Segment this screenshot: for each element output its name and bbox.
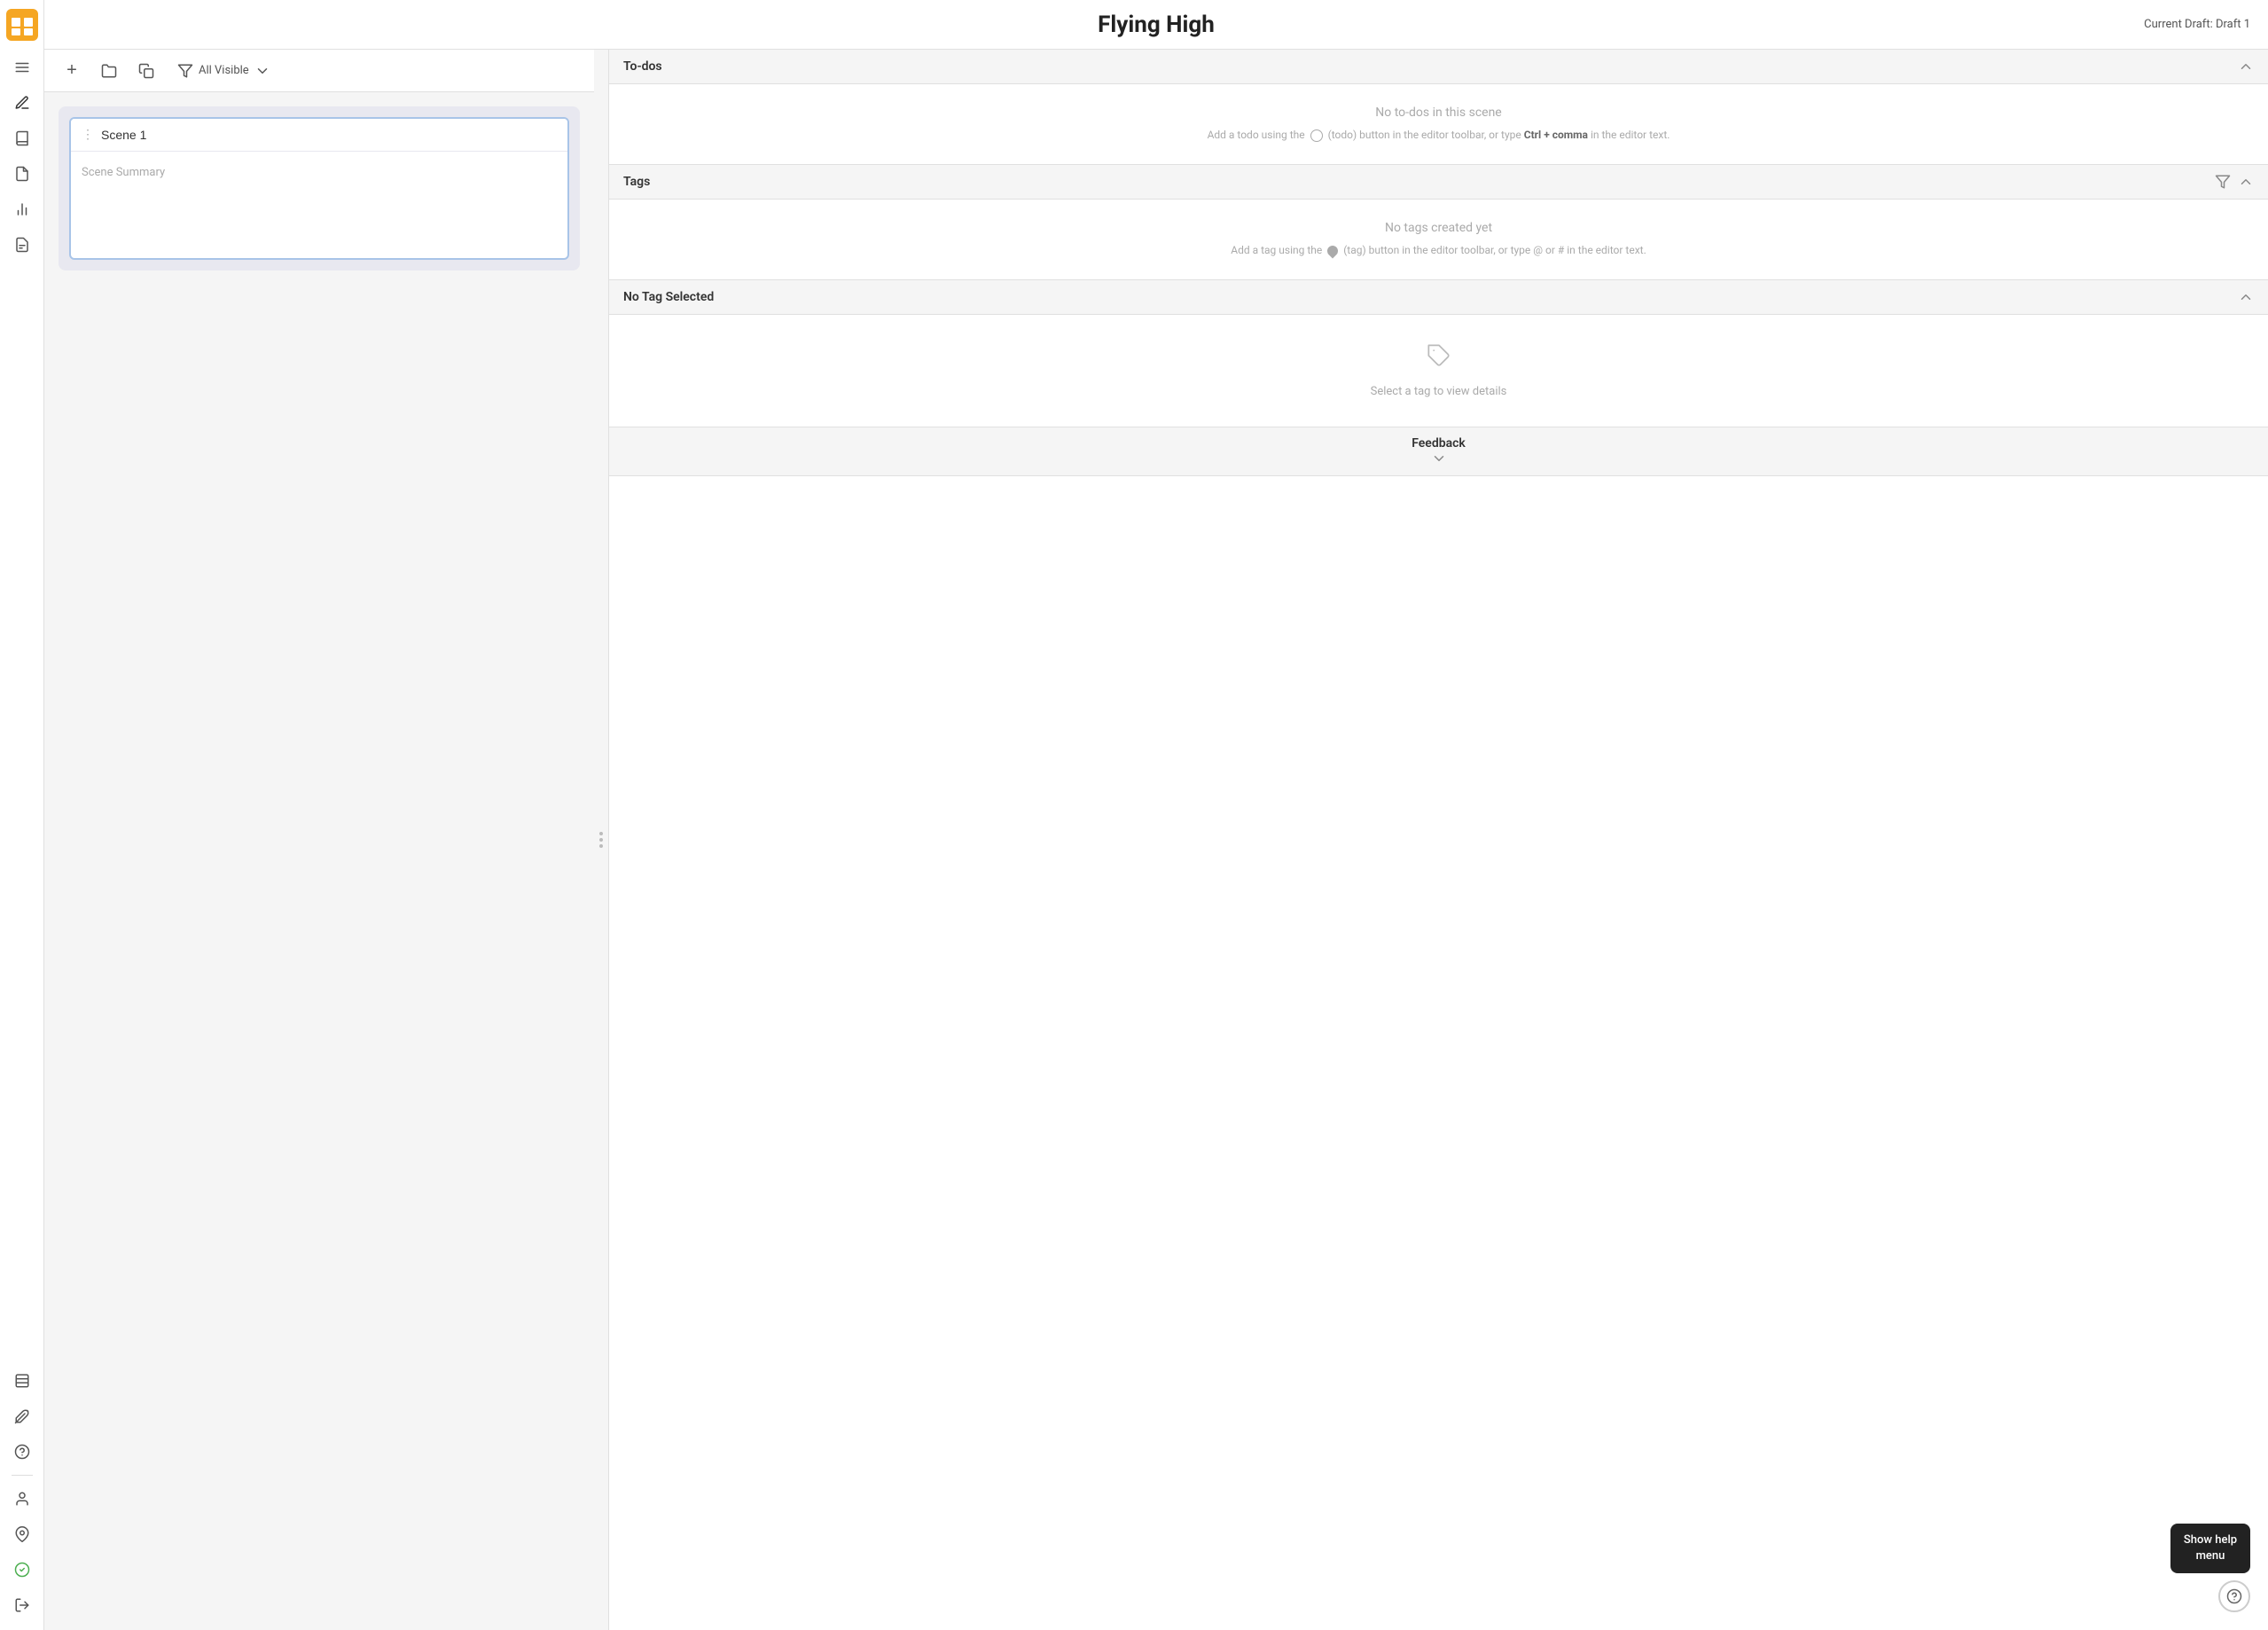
menu-icon[interactable] — [6, 51, 38, 83]
no-tag-collapse-icon[interactable] — [2238, 289, 2254, 305]
page-title: Flying High — [1098, 12, 1215, 38]
document-icon[interactable] — [6, 158, 38, 190]
header: Flying High Current Draft: Draft 1 — [44, 0, 2268, 50]
right-panel: To-dos No to-dos in this scene Add a tod… — [608, 50, 2268, 1630]
copy-button[interactable] — [133, 58, 160, 84]
no-tag-message: Select a tag to view details — [1371, 385, 1507, 398]
scene-title-input[interactable] — [101, 128, 557, 142]
report-icon[interactable] — [6, 229, 38, 261]
book-icon[interactable] — [6, 122, 38, 154]
todo-icon-inline — [1310, 129, 1323, 142]
tags-desc-before: Add a tag using the — [1231, 244, 1322, 256]
todos-section-header[interactable]: To-dos — [609, 50, 2268, 84]
no-tag-section-header[interactable]: No Tag Selected — [609, 280, 2268, 315]
divider-dot-3 — [599, 844, 603, 848]
export-icon[interactable] — [6, 1589, 38, 1621]
tags-header-icons — [2215, 174, 2254, 190]
tags-filter-icon[interactable] — [2215, 174, 2231, 190]
divider-dot-1 — [599, 832, 603, 835]
content-area: + All Visible ⋮ — [44, 50, 2268, 1630]
scene-card: ⋮ Scene Summary — [69, 117, 569, 260]
todos-desc-after: in the editor text. — [1591, 129, 1670, 141]
scene-summary-area[interactable]: Scene Summary — [71, 152, 567, 258]
user-icon[interactable] — [6, 1483, 38, 1515]
todos-collapse-icon[interactable] — [2238, 59, 2254, 74]
filter-label: All Visible — [199, 64, 249, 77]
panel-divider[interactable] — [594, 50, 608, 1630]
tags-desc-button: (tag) button in the editor toolbar, or t… — [1343, 244, 1646, 256]
filter-dropdown[interactable]: All Visible — [170, 59, 278, 82]
edit-icon[interactable] — [6, 87, 38, 119]
todos-header-icons — [2238, 59, 2254, 74]
sidebar — [0, 0, 44, 1630]
todos-desc-shortcut: Ctrl + comma — [1524, 129, 1588, 141]
help-container: Show help menu — [2170, 1524, 2250, 1612]
tag-large-icon — [1427, 343, 1451, 374]
tags-collapse-icon[interactable] — [2238, 174, 2254, 190]
help-tooltip: Show help menu — [2170, 1524, 2250, 1573]
drag-handle-icon[interactable]: ⋮ — [82, 128, 94, 142]
no-tag-header-icons — [2238, 289, 2254, 305]
add-scene-button[interactable]: + — [59, 58, 85, 84]
feedback-section-header[interactable]: Feedback — [609, 427, 2268, 476]
scene-list-area: ⋮ Scene Summary — [44, 92, 594, 1630]
panel-icon[interactable] — [6, 1365, 38, 1397]
tag-icon-inline — [1326, 243, 1341, 258]
scene-card-header: ⋮ — [71, 119, 567, 152]
scene-summary-placeholder: Scene Summary — [82, 166, 165, 179]
chart-icon[interactable] — [6, 193, 38, 225]
sidebar-bottom — [6, 1365, 38, 1621]
help-button[interactable] — [2218, 1580, 2250, 1612]
toolbar: + All Visible — [44, 50, 594, 92]
tags-empty-title: No tags created yet — [1385, 221, 1492, 235]
feedback-expand-icon[interactable] — [1431, 451, 1447, 466]
app-logo[interactable] — [6, 9, 38, 41]
scene-group: ⋮ Scene Summary — [59, 106, 580, 270]
todos-desc-button: (todo) button in the editor toolbar, or … — [1328, 129, 1521, 141]
tags-section-content: No tags created yet Add a tag using the … — [609, 200, 2268, 280]
tags-section-header[interactable]: Tags — [609, 165, 2268, 200]
pin-icon[interactable] — [6, 1518, 38, 1550]
brush-icon[interactable] — [6, 1400, 38, 1432]
left-panel: + All Visible ⋮ — [44, 50, 594, 1630]
feedback-section-title: Feedback — [1412, 436, 1466, 451]
feedback-header-icons — [1431, 451, 1447, 466]
question-icon[interactable] — [6, 1436, 38, 1468]
draft-label: Current Draft: Draft 1 — [2144, 18, 2250, 31]
sidebar-divider — [12, 1475, 33, 1476]
divider-dot-2 — [599, 838, 603, 842]
no-tag-section-content: Select a tag to view details — [609, 315, 2268, 427]
tags-empty-desc: Add a tag using the (tag) button in the … — [1231, 242, 1646, 258]
tags-section-title: Tags — [623, 175, 650, 189]
todos-section-title: To-dos — [623, 59, 662, 74]
no-tag-section-title: No Tag Selected — [623, 290, 714, 304]
check-green-icon[interactable] — [6, 1554, 38, 1586]
todos-empty-desc: Add a todo using the (todo) button in th… — [1208, 127, 1670, 143]
folder-button[interactable] — [96, 58, 122, 84]
todos-desc-before: Add a todo using the — [1208, 129, 1305, 141]
todos-section-content: No to-dos in this scene Add a todo using… — [609, 84, 2268, 165]
main-container: Flying High Current Draft: Draft 1 + All… — [44, 0, 2268, 1630]
todos-empty-title: No to-dos in this scene — [1375, 106, 1501, 120]
